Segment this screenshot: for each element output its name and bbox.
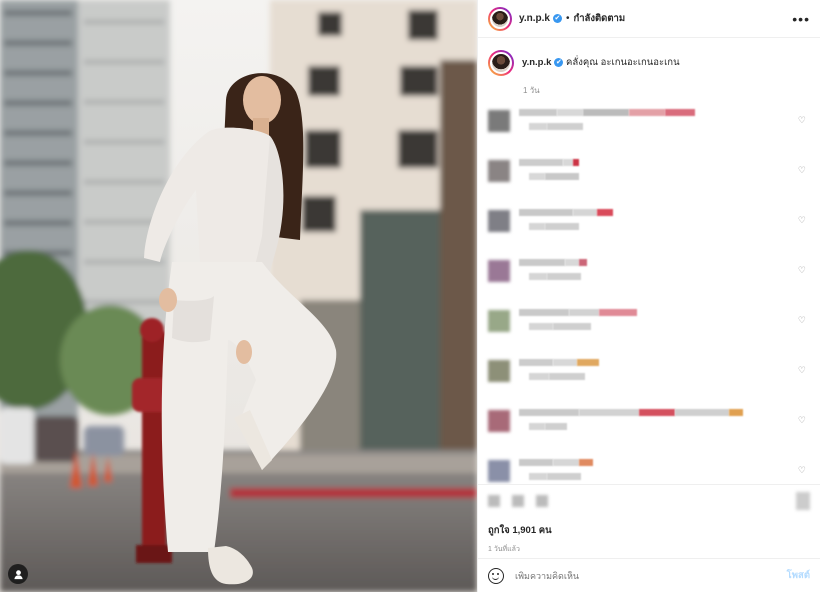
comment-like-icon[interactable]: ♡ — [798, 465, 806, 476]
comment-text-redacted — [519, 459, 593, 466]
comment-meta-redacted[interactable] — [529, 173, 579, 180]
comment-item: ♡ — [488, 407, 810, 457]
post-image — [0, 0, 477, 592]
comment-like-icon[interactable]: ♡ — [798, 115, 806, 126]
comment-item: ♡ — [488, 207, 810, 257]
commenter-avatar[interactable] — [488, 310, 510, 332]
post-photo[interactable] — [0, 0, 477, 592]
comment-item: ♡ — [488, 357, 810, 407]
comment-content — [519, 459, 593, 484]
comment-content — [519, 309, 637, 337]
comment-input[interactable] — [515, 570, 787, 581]
comment-meta-redacted[interactable] — [529, 273, 587, 280]
comment-icon[interactable] — [512, 495, 524, 507]
author-username[interactable]: y.n.p.k ✔ — [519, 13, 562, 24]
verified-badge-icon: ✔ — [554, 57, 564, 67]
more-icon[interactable]: ••• — [792, 11, 810, 27]
comment-text-redacted — [519, 109, 695, 116]
emoji-icon[interactable] — [488, 567, 504, 584]
comment-text-redacted — [519, 259, 587, 266]
add-comment-bar: โพสต์ — [478, 558, 820, 592]
like-icon[interactable] — [488, 495, 500, 507]
comment-content — [519, 359, 599, 387]
user-icon — [13, 569, 23, 579]
comment-like-icon[interactable]: ♡ — [798, 215, 806, 226]
share-icon[interactable] — [536, 495, 548, 507]
tagged-users-button[interactable] — [8, 564, 28, 584]
commenter-avatar[interactable] — [488, 360, 510, 382]
comment-text-redacted — [519, 159, 579, 166]
commenter-avatar[interactable] — [488, 210, 510, 232]
comment-meta-redacted[interactable] — [529, 473, 593, 480]
comment-content — [519, 209, 613, 237]
comment-item: ♡ — [488, 107, 810, 157]
post-footer: ถูกใจ 1,901 คน 1 วันที่แล้ว — [478, 484, 820, 558]
comment-item: ♡ — [488, 257, 810, 307]
comment-item: ♡ — [488, 307, 810, 357]
comment-meta-redacted[interactable] — [529, 373, 599, 380]
post-comment-button[interactable]: โพสต์ — [787, 568, 810, 583]
comment-meta-redacted[interactable] — [529, 123, 695, 130]
comment-meta-redacted[interactable] — [529, 423, 743, 430]
separator-dot: • — [565, 13, 570, 24]
bookmark-icon[interactable] — [796, 492, 810, 510]
commenter-avatar[interactable] — [488, 460, 510, 482]
comment-text-redacted — [519, 409, 743, 416]
caption: y.n.p.k ✔ คลั่งคุณ อะเกนอะเกนอะเกน — [488, 50, 810, 76]
comment-text-redacted — [519, 209, 613, 216]
caption-text: คลั่งคุณ อะเกนอะเกนอะเกน — [566, 57, 680, 68]
caption-username[interactable]: y.n.p.k — [522, 57, 551, 68]
comments-area[interactable]: y.n.p.k ✔ คลั่งคุณ อะเกนอะเกนอะเกน 1 วัน … — [478, 38, 820, 484]
comment-like-icon[interactable]: ♡ — [798, 315, 806, 326]
comment-item: ♡ — [488, 157, 810, 207]
following-button[interactable]: กำลังติดตาม — [573, 11, 625, 26]
commenter-avatar[interactable] — [488, 260, 510, 282]
post-header: y.n.p.k ✔ • กำลังติดตาม ••• — [478, 0, 820, 38]
comment-content — [519, 409, 743, 437]
comment-like-icon[interactable]: ♡ — [798, 365, 806, 376]
caption-time[interactable]: 1 วัน — [523, 84, 810, 97]
comment-content — [519, 259, 587, 287]
comment-content — [519, 109, 695, 137]
post-age[interactable]: 1 วันที่แล้ว — [488, 544, 810, 555]
commenter-avatar[interactable] — [488, 160, 510, 182]
author-avatar[interactable] — [488, 6, 512, 31]
post-sidebar: y.n.p.k ✔ • กำลังติดตาม ••• y.n.p.k ✔ คลั่… — [477, 0, 820, 592]
comment-text-redacted — [519, 359, 599, 366]
comment-meta-redacted[interactable] — [529, 323, 637, 330]
instagram-post-modal: y.n.p.k ✔ • กำลังติดตาม ••• y.n.p.k ✔ คลั่… — [0, 0, 820, 592]
comment-content — [519, 159, 579, 187]
comment-list: ♡ ♡ ♡ ♡ ♡ ♡ ♡ ♡ — [488, 107, 810, 484]
likes-count[interactable]: ถูกใจ 1,901 คน — [488, 523, 810, 538]
verified-badge-icon: ✔ — [552, 13, 562, 23]
commenter-avatar[interactable] — [488, 410, 510, 432]
commenter-avatar[interactable] — [488, 110, 510, 132]
comment-meta-redacted[interactable] — [529, 223, 613, 230]
caption-text-block: y.n.p.k ✔ คลั่งคุณ อะเกนอะเกนอะเกน — [522, 55, 680, 70]
caption-avatar[interactable] — [488, 50, 514, 76]
comment-like-icon[interactable]: ♡ — [798, 165, 806, 176]
comment-like-icon[interactable]: ♡ — [798, 265, 806, 276]
comment-item: ♡ — [488, 457, 810, 484]
comment-like-icon[interactable]: ♡ — [798, 415, 806, 426]
comment-text-redacted — [519, 309, 637, 316]
action-bar — [488, 491, 810, 511]
